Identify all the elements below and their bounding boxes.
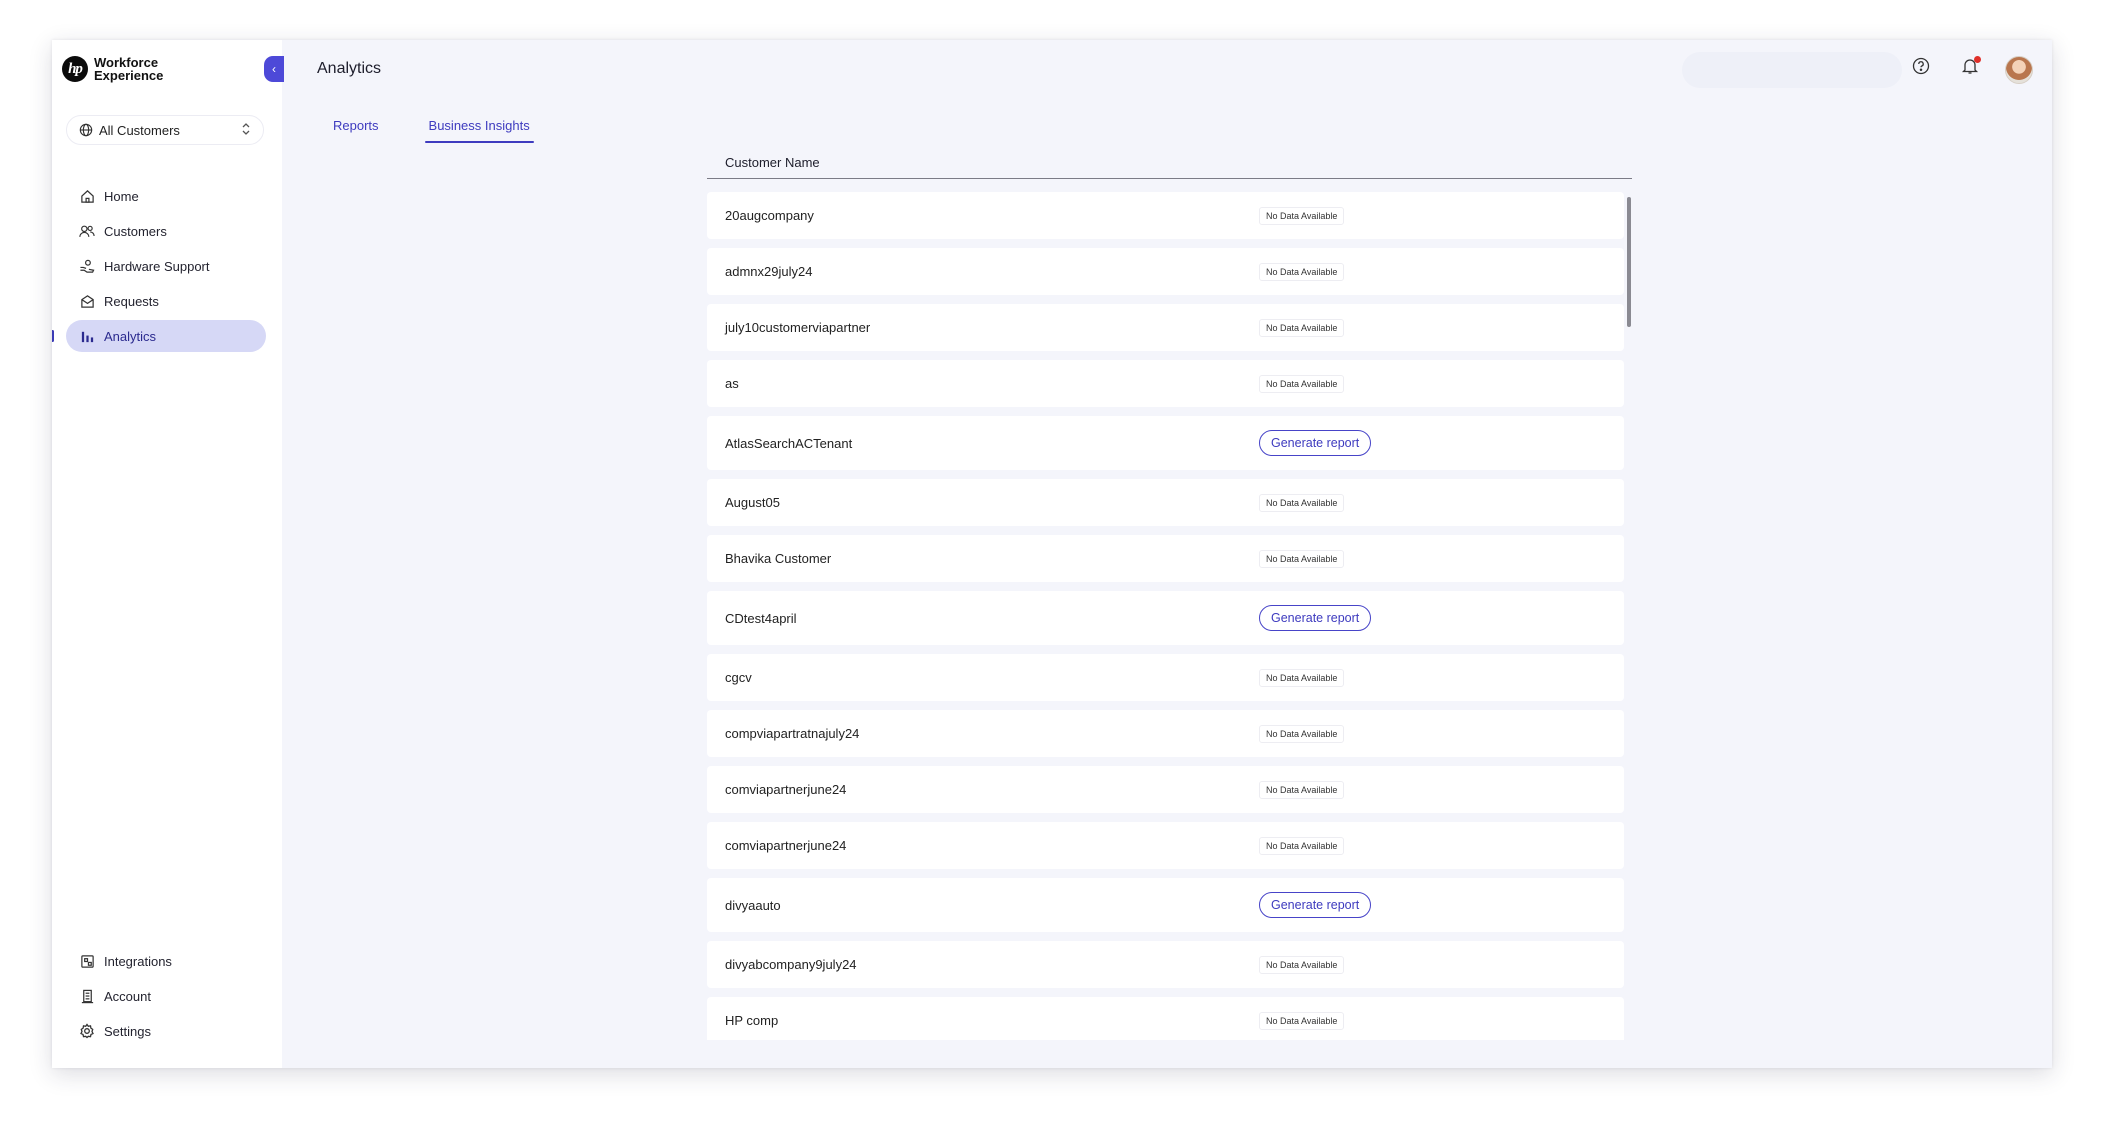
generate-report-button[interactable]: Generate report — [1259, 892, 1372, 918]
avatar[interactable] — [2005, 56, 2033, 84]
table-row: divyaauto Generate report — [707, 878, 1624, 932]
table-row: divyabcompany9july24 No Data Available — [707, 941, 1624, 988]
sidebar-item-label: Customers — [104, 223, 167, 239]
table-row: HP comp No Data Available — [707, 997, 1624, 1040]
integrations-icon — [78, 952, 96, 970]
status-badge: No Data Available — [1259, 955, 1345, 974]
customer-name: 20augcompany — [725, 208, 814, 223]
table-row: 20augcompany No Data Available — [707, 192, 1624, 239]
customer-select[interactable]: All Customers — [66, 115, 264, 145]
chevron-left-icon: ‹ — [272, 62, 276, 76]
generate-report-button[interactable]: Generate report — [1259, 430, 1372, 456]
chevron-up-down-icon — [241, 122, 251, 139]
sidebar-item-analytics[interactable]: Analytics — [52, 320, 266, 352]
table-row: cgcv No Data Available — [707, 654, 1624, 701]
customer-name: comviapartnerjune24 — [725, 782, 847, 797]
customer-select-value: All Customers — [99, 122, 180, 138]
sidebar-item-label: Requests — [104, 293, 159, 309]
status-badge: No Data Available — [1259, 493, 1345, 512]
customer-name: admnx29july24 — [725, 264, 813, 279]
status-badge: No Data Available — [1259, 1011, 1345, 1030]
sidebar-item-label: Account — [104, 988, 151, 1004]
column-header-customer-name[interactable]: Customer Name — [725, 155, 820, 170]
status-badge: No Data Available — [1259, 836, 1345, 855]
table-row: compviapartratnajuly24 No Data Available — [707, 710, 1624, 757]
tab-reports[interactable]: Reports — [329, 118, 383, 143]
sidebar-item-home[interactable]: Home — [66, 180, 266, 212]
customer-name: HP comp — [725, 1013, 779, 1028]
tab-bar: Reports Business Insights — [329, 118, 576, 143]
status-badge: No Data Available — [1259, 318, 1345, 337]
table-row: comviapartnerjune24 No Data Available — [707, 766, 1624, 813]
main-nav: Home Customers Hardware Support Requests — [52, 180, 266, 355]
sidebar-item-label: Settings — [104, 1023, 151, 1039]
customer-name: divyaauto — [725, 897, 781, 913]
customer-name: August05 — [725, 495, 780, 510]
requests-icon — [78, 292, 96, 310]
customer-name: cgcv — [725, 670, 752, 685]
brand-line-2: Experience — [94, 68, 164, 83]
table-header: Customer Name — [707, 146, 1632, 179]
generate-report-button[interactable]: Generate report — [1259, 605, 1372, 631]
help-button[interactable] — [1909, 56, 1933, 80]
home-icon — [78, 187, 96, 205]
sidebar-item-label: Hardware Support — [104, 258, 210, 274]
search-field[interactable] — [1682, 52, 1902, 88]
customer-name: CDtest4april — [725, 610, 797, 626]
customer-name: comviapartnerjune24 — [725, 838, 847, 853]
sidebar-item-requests[interactable]: Requests — [66, 285, 266, 317]
active-indicator — [52, 330, 54, 342]
sidebar: hp Workforce Experience ‹ All Customers — [52, 40, 284, 1068]
status-badge: No Data Available — [1259, 262, 1345, 281]
tab-business-insights[interactable]: Business Insights — [424, 118, 534, 143]
globe-icon — [79, 123, 93, 137]
account-icon — [78, 987, 96, 1005]
gear-icon — [78, 1022, 96, 1040]
customer-name: as — [725, 376, 739, 391]
table-row: admnx29july24 No Data Available — [707, 248, 1624, 295]
collapse-sidebar-button[interactable]: ‹ — [264, 56, 284, 82]
table-row: August05 No Data Available — [707, 479, 1624, 526]
status-badge: No Data Available — [1259, 549, 1345, 568]
table-row: CDtest4april Generate report — [707, 591, 1624, 645]
status-badge: No Data Available — [1259, 724, 1345, 743]
table-row: AtlasSearchACTenant Generate report — [707, 416, 1624, 470]
sidebar-item-customers[interactable]: Customers — [66, 215, 266, 247]
table-row: july10customerviapartner No Data Availab… — [707, 304, 1624, 351]
customer-name: july10customerviapartner — [725, 320, 871, 335]
sidebar-item-settings[interactable]: Settings — [66, 1015, 266, 1047]
sidebar-item-hardware-support[interactable]: Hardware Support — [66, 250, 266, 282]
table-row: as No Data Available — [707, 360, 1624, 407]
analytics-icon — [78, 327, 96, 345]
secondary-nav: Integrations Account Settings — [66, 945, 266, 1050]
users-icon — [78, 222, 96, 240]
status-badge: No Data Available — [1259, 780, 1345, 799]
table-row: Bhavika Customer No Data Available — [707, 535, 1624, 582]
brand-name: Workforce Experience — [94, 56, 163, 82]
customer-name: divyabcompany9july24 — [725, 957, 857, 972]
brand[interactable]: hp Workforce Experience — [62, 56, 163, 82]
sidebar-item-label: Home — [104, 188, 139, 204]
sidebar-item-integrations[interactable]: Integrations — [66, 945, 266, 977]
status-badge: No Data Available — [1259, 668, 1345, 687]
page-title: Analytics — [317, 60, 382, 77]
table-row: comviapartnerjune24 No Data Available — [707, 822, 1624, 869]
sidebar-item-account[interactable]: Account — [66, 980, 266, 1012]
customer-name: AtlasSearchACTenant — [725, 435, 853, 451]
customer-name: compviapartratnajuly24 — [725, 726, 860, 741]
customer-name: Bhavika Customer — [725, 551, 832, 566]
help-icon — [1912, 57, 1930, 80]
hp-logo: hp — [62, 56, 88, 82]
notification-dot — [1974, 56, 1981, 63]
app-window: hp Workforce Experience ‹ All Customers — [52, 40, 2052, 1068]
sidebar-item-label: Integrations — [104, 953, 172, 969]
customer-table-body: 20augcompany No Data Available admnx29ju… — [707, 192, 1624, 1040]
status-badge: No Data Available — [1259, 374, 1345, 393]
sidebar-item-label: Analytics — [104, 328, 157, 344]
notifications-button[interactable] — [1958, 56, 1982, 80]
scrollbar[interactable] — [1627, 197, 1631, 327]
hardware-support-icon — [78, 257, 96, 275]
status-badge: No Data Available — [1259, 206, 1345, 225]
